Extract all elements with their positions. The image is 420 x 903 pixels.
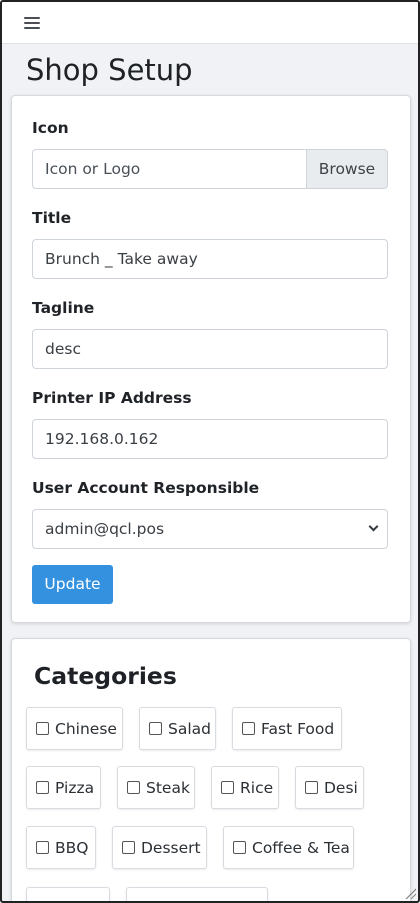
chevron-down-icon bbox=[368, 521, 379, 532]
title-input[interactable]: Brunch _ Take away bbox=[32, 239, 388, 279]
category-chip-coffee-tea[interactable]: Coffee & Tea bbox=[223, 826, 354, 869]
checkbox-icon[interactable] bbox=[36, 722, 49, 735]
category-chip-rice[interactable]: Rice bbox=[211, 766, 279, 809]
category-label: Pizza bbox=[55, 778, 95, 797]
resize-grip-icon[interactable] bbox=[404, 887, 416, 899]
user-account-label: User Account Responsible bbox=[32, 479, 260, 497]
icon-file-input[interactable]: Icon or Logo Browse bbox=[32, 149, 388, 189]
category-chip-pizza[interactable]: Pizza bbox=[26, 766, 101, 809]
update-button[interactable]: Update bbox=[32, 565, 113, 604]
icon-field: Icon Icon or Logo Browse bbox=[32, 118, 390, 189]
tagline-field: Tagline desc bbox=[32, 298, 390, 369]
checkbox-icon[interactable] bbox=[36, 841, 49, 854]
top-navbar bbox=[2, 2, 418, 44]
app-frame: Shop Setup Icon Icon or Logo Browse Titl… bbox=[0, 0, 420, 903]
printer-ip-label: Printer IP Address bbox=[32, 389, 192, 407]
category-chip-bbq[interactable]: BBQ bbox=[26, 826, 96, 869]
hamburger-icon[interactable] bbox=[24, 16, 40, 29]
category-label: Desi bbox=[324, 778, 358, 797]
printer-ip-input[interactable]: 192.168.0.162 bbox=[32, 419, 388, 459]
checkbox-icon[interactable] bbox=[242, 722, 255, 735]
category-label: Salad bbox=[168, 719, 211, 738]
title-field: Title Brunch _ Take away bbox=[32, 208, 390, 279]
category-chip-chinese[interactable]: Chinese bbox=[26, 707, 123, 750]
shop-setup-card: Icon Icon or Logo Browse Title Brunch _ … bbox=[11, 95, 411, 623]
checkbox-icon[interactable] bbox=[221, 781, 234, 794]
category-chip-desi[interactable]: Desi bbox=[295, 766, 364, 809]
category-label: Fast Food bbox=[261, 719, 335, 738]
category-chip-steak[interactable]: Steak bbox=[117, 766, 195, 809]
user-account-field: User Account Responsible admin@qcl.pos bbox=[32, 478, 390, 549]
checkbox-icon[interactable] bbox=[127, 781, 140, 794]
checkbox-icon[interactable] bbox=[122, 841, 135, 854]
checkbox-icon[interactable] bbox=[233, 841, 246, 854]
category-label: Chinese bbox=[55, 719, 117, 738]
title-label: Title bbox=[32, 209, 72, 227]
categories-card: Categories Chinese Salad Fast Food Pizza… bbox=[11, 638, 411, 901]
user-account-value: admin@qcl.pos bbox=[45, 520, 165, 538]
category-chip-fast-food[interactable]: Fast Food bbox=[232, 707, 342, 750]
page-title: Shop Setup bbox=[26, 53, 193, 87]
checkbox-icon[interactable] bbox=[36, 781, 49, 794]
icon-label: Icon bbox=[32, 119, 69, 137]
user-account-select[interactable]: admin@qcl.pos bbox=[32, 509, 388, 549]
category-chip-dessert[interactable]: Dessert bbox=[112, 826, 207, 869]
category-label: Dessert bbox=[141, 838, 201, 857]
category-chip-partial[interactable] bbox=[126, 887, 268, 901]
tagline-label: Tagline bbox=[32, 299, 95, 317]
icon-file-placeholder[interactable]: Icon or Logo bbox=[32, 149, 307, 189]
category-chip-salad[interactable]: Salad bbox=[139, 707, 216, 750]
printer-ip-field: Printer IP Address 192.168.0.162 bbox=[32, 388, 390, 459]
tagline-input[interactable]: desc bbox=[32, 329, 388, 369]
category-label: Coffee & Tea bbox=[252, 838, 350, 857]
category-label: Rice bbox=[240, 778, 274, 797]
checkbox-icon[interactable] bbox=[149, 722, 162, 735]
category-chip-partial[interactable] bbox=[26, 887, 110, 901]
category-label: Steak bbox=[146, 778, 190, 797]
browse-button[interactable]: Browse bbox=[307, 149, 388, 189]
categories-title: Categories bbox=[34, 662, 177, 690]
category-label: BBQ bbox=[55, 838, 89, 857]
checkbox-icon[interactable] bbox=[305, 781, 318, 794]
